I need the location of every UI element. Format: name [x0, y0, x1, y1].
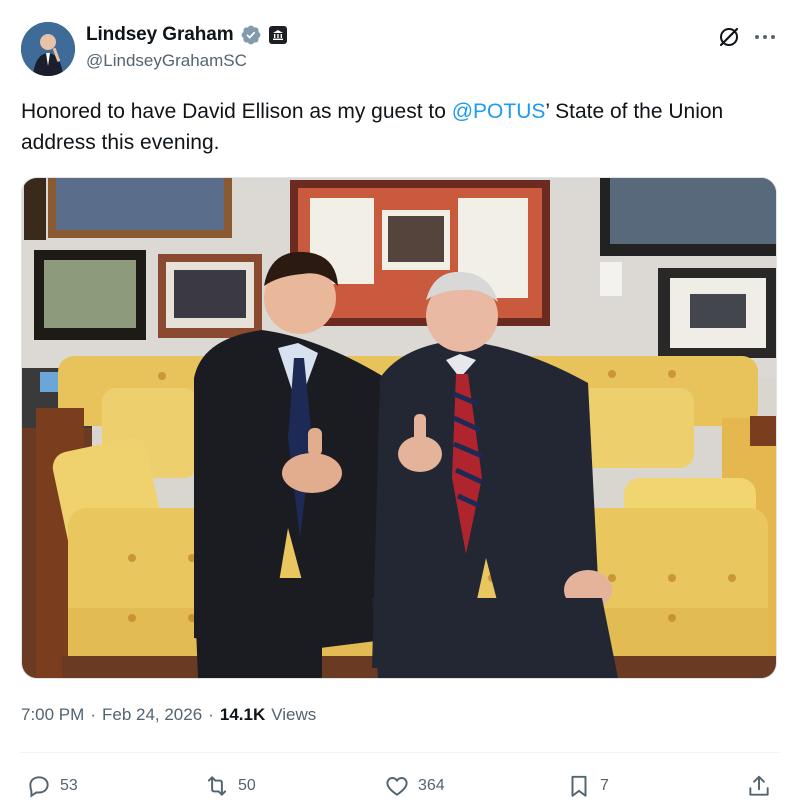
views-count: 14.1K	[219, 705, 266, 724]
repost-count: 50	[238, 777, 256, 794]
government-building-icon	[269, 26, 288, 44]
tweet-meta: 7:00 PM · Feb 24, 2026 · 14.1K Views	[21, 705, 316, 725]
reply-button[interactable]: 53	[26, 772, 78, 800]
share-icon	[749, 775, 769, 796]
tweet-text-start: Honored to have David Ellison as my gues…	[21, 100, 452, 123]
author-handle[interactable]: @LindseyGrahamSC	[86, 51, 247, 71]
like-button[interactable]: 364	[384, 772, 445, 800]
bookmark-icon	[571, 775, 587, 797]
tweet-card: Lindsey Graham @LindseyGrahamSC Honored …	[0, 0, 800, 812]
author-name[interactable]: Lindsey Graham	[86, 24, 234, 46]
tweet-time[interactable]: 7:00 PM	[21, 705, 84, 725]
tweet-text: Honored to have David Ellison as my gues…	[21, 96, 761, 158]
bookmark-button[interactable]: 7	[566, 772, 609, 800]
bookmark-count: 7	[600, 777, 609, 794]
share-button[interactable]	[746, 772, 772, 800]
mention-link[interactable]: @POTUS	[452, 100, 546, 123]
tweet-photo[interactable]	[21, 177, 777, 679]
divider	[21, 752, 779, 753]
views-label: Views	[271, 705, 317, 724]
author-name-row: Lindsey Graham	[86, 22, 288, 48]
reply-count: 53	[60, 777, 78, 794]
verified-badge-icon	[242, 25, 261, 45]
avatar[interactable]	[21, 22, 75, 76]
repost-button[interactable]: 50	[204, 772, 256, 800]
tweet-date[interactable]: Feb 24, 2026	[102, 705, 202, 725]
repost-icon	[207, 776, 227, 796]
meta-separator: ·	[90, 705, 96, 724]
like-count: 364	[418, 777, 445, 794]
reply-icon	[29, 776, 49, 798]
meta-separator-2: ·	[208, 705, 214, 724]
more-horizontal-icon[interactable]	[752, 24, 778, 50]
heart-icon	[386, 777, 408, 796]
grok-icon[interactable]	[716, 24, 742, 50]
